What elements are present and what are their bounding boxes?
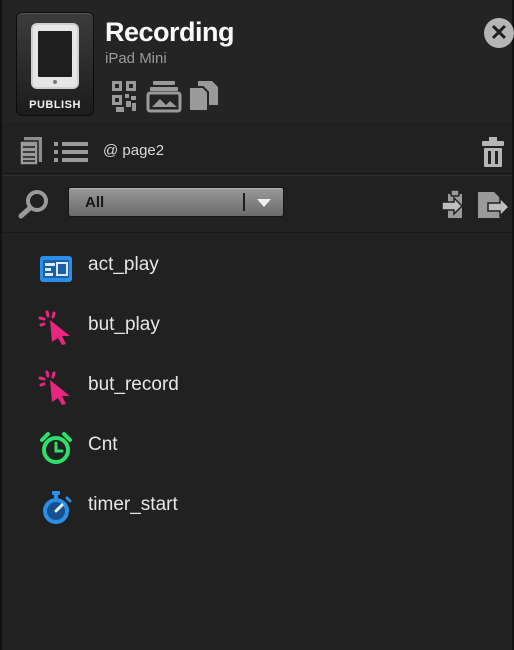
current-page-label[interactable]: @ page2 — [103, 142, 164, 159]
ipad-icon — [31, 23, 79, 89]
close-icon: ✕ — [489, 20, 509, 45]
filter-selected-value: All — [85, 194, 105, 211]
list-item-cnt[interactable]: Cnt — [38, 414, 338, 474]
list-item-label: Cnt — [88, 434, 118, 455]
list-item-label: but_play — [88, 314, 160, 335]
list-item-act-play[interactable]: act_play — [38, 234, 338, 294]
action-icon — [40, 256, 72, 282]
page-bar: @ page2 — [2, 122, 512, 174]
list-item-but-record[interactable]: but_record — [38, 354, 338, 414]
publish-button[interactable]: PUBLISH — [16, 12, 94, 116]
list-item-label: but_record — [88, 374, 179, 395]
export-icon[interactable] — [476, 188, 510, 222]
device-name: iPad Mini — [105, 50, 167, 67]
close-button[interactable]: ✕ — [484, 18, 514, 48]
list-view-icon[interactable] — [52, 140, 90, 164]
copy-pages-icon[interactable] — [186, 79, 220, 113]
list-item-but-play[interactable]: but_play — [38, 294, 338, 354]
filter-bar: All — [2, 175, 512, 233]
qr-code-icon[interactable] — [110, 79, 138, 113]
cursor-click-icon — [38, 370, 70, 405]
panel-header: PUBLISH Recording iPad Mini ✕ — [2, 0, 514, 122]
document-icon[interactable] — [18, 136, 44, 166]
list-item-label: act_play — [88, 254, 159, 275]
trash-icon[interactable] — [480, 136, 506, 168]
filter-select[interactable]: All — [68, 187, 284, 217]
objects-panel: PUBLISH Recording iPad Mini ✕ @ page2 Al… — [0, 0, 514, 650]
page-title: Recording — [105, 17, 235, 47]
search-icon[interactable] — [18, 189, 52, 219]
alarm-clock-icon — [40, 432, 72, 464]
publish-label: PUBLISH — [29, 99, 81, 111]
list-item-label: timer_start — [88, 494, 178, 515]
paste-icon[interactable] — [440, 188, 472, 222]
cursor-click-icon — [38, 310, 70, 345]
image-stack-icon[interactable] — [146, 79, 182, 113]
stopwatch-icon — [43, 491, 72, 524]
chevron-down-icon — [257, 199, 271, 207]
list-item-timer-start[interactable]: timer_start — [38, 474, 338, 534]
